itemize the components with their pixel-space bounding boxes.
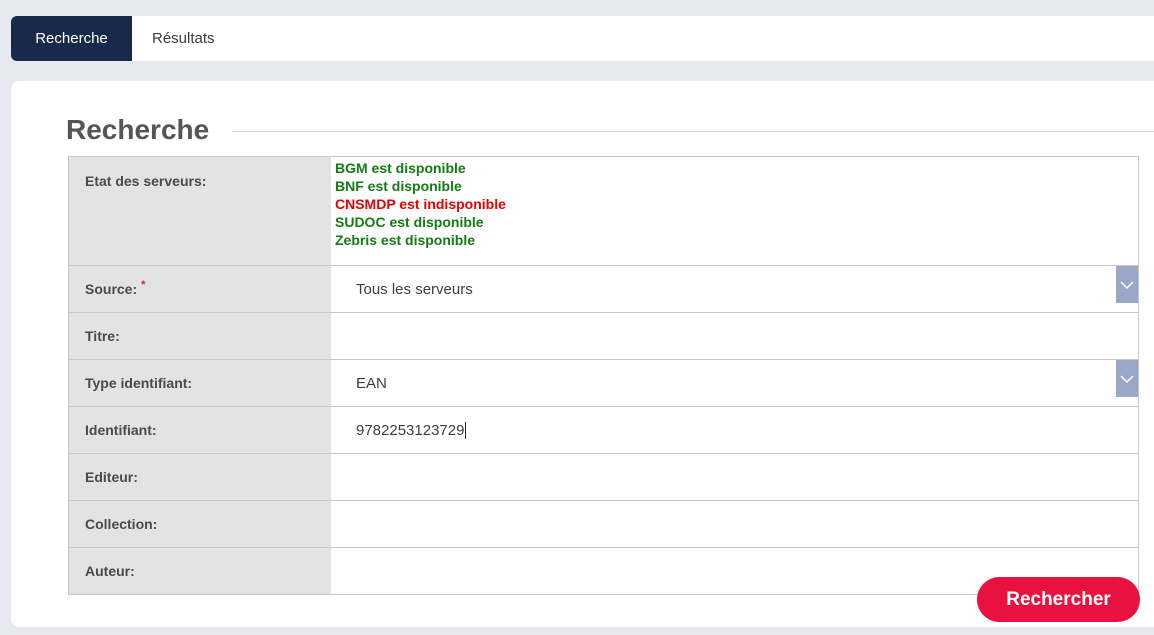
- required-mark: *: [141, 279, 146, 291]
- source-label: Source: *: [69, 266, 331, 312]
- search-panel: Recherche Etat des serveurs: BGM est dis…: [11, 81, 1154, 627]
- identifiant-label: Identifiant:: [69, 407, 331, 453]
- row-titre: Titre:: [69, 313, 1138, 360]
- identifiant-input-value[interactable]: 9782253123729: [356, 422, 464, 439]
- server-status-list: BGM est disponible BNF est disponible CNSM…: [331, 157, 1138, 249]
- collection-label: Collection:: [69, 501, 331, 547]
- editeur-input-value[interactable]: [331, 454, 1138, 500]
- editeur-input[interactable]: [331, 454, 1138, 500]
- collection-input[interactable]: [331, 501, 1138, 547]
- titre-input-value[interactable]: [331, 313, 1138, 359]
- server-status-item: Zebris est disponible: [335, 232, 476, 248]
- search-form: Etat des serveurs: BGM est disponible BNF…: [68, 156, 1139, 595]
- server-status-label: Etat des serveurs:: [69, 157, 331, 265]
- titre-label: Titre:: [69, 313, 331, 359]
- collection-input-value[interactable]: [331, 501, 1138, 547]
- row-source: Source: * Tous les serveurs: [69, 266, 1138, 313]
- tab-resultats[interactable]: Résultats: [152, 16, 215, 61]
- source-label-text: Source:: [85, 281, 138, 297]
- type-identifiant-select-value[interactable]: EAN: [331, 360, 1138, 406]
- server-status-item: BNF est disponible: [335, 178, 462, 194]
- row-type-identifiant: Type identifiant: EAN: [69, 360, 1138, 407]
- type-identifiant-select[interactable]: EAN: [331, 360, 1138, 406]
- type-identifiant-label: Type identifiant:: [69, 360, 331, 406]
- tab-recherche[interactable]: Recherche: [11, 16, 132, 61]
- server-status-item: SUDOC est disponible: [335, 214, 484, 230]
- text-cursor: [465, 421, 467, 439]
- server-status-item: BGM est disponible: [335, 160, 466, 176]
- server-status-value: BGM est disponible BNF est disponible CNSM…: [331, 157, 1138, 265]
- section-title: Recherche: [66, 114, 210, 145]
- auteur-label: Auteur:: [69, 548, 331, 594]
- tab-bar: Recherche Résultats: [11, 16, 1154, 61]
- row-server-status: Etat des serveurs: BGM est disponible BNF…: [69, 157, 1138, 266]
- search-button[interactable]: Rechercher: [977, 577, 1140, 622]
- row-collection: Collection:: [69, 501, 1138, 548]
- chevron-down-icon[interactable]: [1116, 360, 1138, 397]
- row-auteur: Auteur:: [69, 548, 1138, 595]
- server-status-item: CNSMDP est indisponible: [335, 196, 506, 212]
- row-editeur: Editeur:: [69, 454, 1138, 501]
- identifiant-input-wrap[interactable]: 9782253123729: [331, 407, 1138, 453]
- row-identifiant: Identifiant: 9782253123729: [69, 407, 1138, 454]
- chevron-down-icon[interactable]: [1116, 266, 1138, 303]
- editeur-label: Editeur:: [69, 454, 331, 500]
- identifiant-input[interactable]: 9782253123729: [331, 407, 1138, 453]
- title-divider: [232, 131, 1154, 132]
- titre-input[interactable]: [331, 313, 1138, 359]
- source-select[interactable]: Tous les serveurs: [331, 266, 1138, 312]
- source-select-value[interactable]: Tous les serveurs: [331, 266, 1138, 312]
